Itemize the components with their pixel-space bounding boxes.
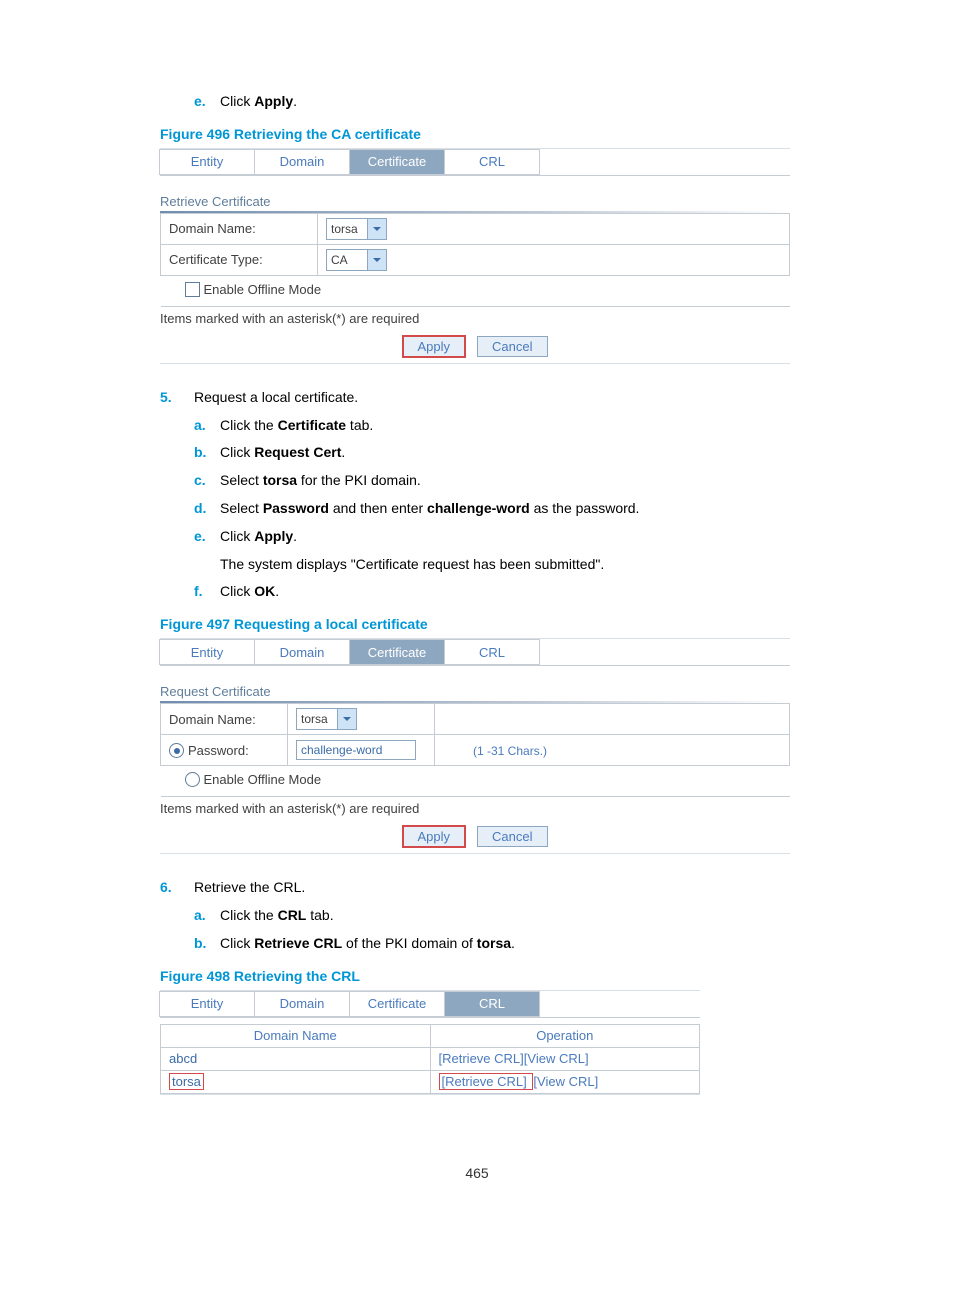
tab-crl[interactable]: CRL xyxy=(444,639,540,665)
domain-cell: abcd xyxy=(161,1047,431,1070)
list-text: Click the Certificate tab. xyxy=(220,414,794,438)
table-row: abcd [Retrieve CRL][View CRL] xyxy=(161,1047,700,1070)
list-text: Click Request Cert. xyxy=(220,441,794,465)
list-text: Select Password and then enter challenge… xyxy=(220,497,794,521)
th-domain-name: Domain Name xyxy=(161,1024,431,1047)
request-cert-panel: Entity Domain Certificate CRL Request Ce… xyxy=(160,638,790,854)
crl-panel: Entity Domain Certificate CRL Domain Nam… xyxy=(160,990,700,1095)
section-title: Retrieve Certificate xyxy=(160,176,790,211)
list-marker: 6. xyxy=(160,876,194,900)
tab-certificate[interactable]: Certificate xyxy=(349,639,445,665)
list-text: Retrieve the CRL. xyxy=(194,876,305,900)
list-marker: a. xyxy=(194,904,220,928)
cancel-button[interactable]: Cancel xyxy=(477,336,547,357)
list-text: Select torsa for the PKI domain. xyxy=(220,469,794,493)
enable-offline-label: Enable Offline Mode xyxy=(204,772,322,787)
cert-type-select[interactable]: CA xyxy=(326,249,387,271)
list-marker: e. xyxy=(194,90,220,114)
list-text: Click the CRL tab. xyxy=(220,904,794,928)
apply-button[interactable]: Apply xyxy=(403,336,466,357)
chevron-down-icon xyxy=(337,709,356,729)
cert-type-label: Certificate Type: xyxy=(161,244,318,275)
figure-498-caption: Figure 498 Retrieving the CRL xyxy=(160,968,794,984)
list-text: Click Apply. xyxy=(220,525,794,549)
list-marker: d. xyxy=(194,497,220,521)
apply-button[interactable]: Apply xyxy=(403,826,466,847)
chevron-down-icon xyxy=(367,250,386,270)
domain-name-label: Domain Name: xyxy=(161,704,288,735)
operation-cell: [Retrieve CRL][View CRL] xyxy=(430,1047,700,1070)
operation-cell: [Retrieve CRL] [View CRL] xyxy=(430,1070,700,1093)
tab-crl[interactable]: CRL xyxy=(444,149,540,175)
cancel-button[interactable]: Cancel xyxy=(477,826,547,847)
section-title: Request Certificate xyxy=(160,666,790,701)
table-row: torsa [Retrieve CRL] [View CRL] xyxy=(161,1070,700,1093)
tab-entity[interactable]: Entity xyxy=(159,991,255,1017)
domain-cell: torsa xyxy=(161,1070,431,1093)
th-operation: Operation xyxy=(430,1024,700,1047)
list-text: Click Retrieve CRL of the PKI domain of … xyxy=(220,932,794,956)
enable-offline-label: Enable Offline Mode xyxy=(204,282,322,297)
list-text: Request a local certificate. xyxy=(194,386,358,410)
required-hint: Items marked with an asterisk(*) are req… xyxy=(160,797,790,820)
domain-name-select[interactable]: torsa xyxy=(326,218,387,240)
list-marker: f. xyxy=(194,580,220,604)
tab-certificate[interactable]: Certificate xyxy=(349,149,445,175)
tab-domain[interactable]: Domain xyxy=(254,991,350,1017)
list-marker: c. xyxy=(194,469,220,493)
chevron-down-icon xyxy=(367,219,386,239)
password-radio[interactable] xyxy=(169,743,184,758)
view-crl-link[interactable]: View CRL xyxy=(527,1051,585,1066)
enable-offline-radio[interactable] xyxy=(185,772,200,787)
list-marker: a. xyxy=(194,414,220,438)
retrieve-crl-link[interactable]: Retrieve CRL xyxy=(445,1074,523,1089)
retrieve-crl-link[interactable]: Retrieve CRL xyxy=(442,1051,520,1066)
list-marker: e. xyxy=(194,525,220,549)
retrieve-cert-panel: Entity Domain Certificate CRL Retrieve C… xyxy=(160,148,790,364)
tab-entity[interactable]: Entity xyxy=(159,639,255,665)
list-text: Click Apply. xyxy=(220,90,794,114)
domain-name-select[interactable]: torsa xyxy=(296,708,357,730)
list-text: Click OK. xyxy=(220,580,794,604)
note-text: The system displays "Certificate request… xyxy=(160,553,794,577)
chars-hint: (1 -31 Chars.) xyxy=(473,744,547,758)
list-marker: b. xyxy=(194,441,220,465)
required-hint: Items marked with an asterisk(*) are req… xyxy=(160,307,790,330)
domain-name-label: Domain Name: xyxy=(161,213,318,244)
tab-certificate[interactable]: Certificate xyxy=(349,991,445,1017)
figure-496-caption: Figure 496 Retrieving the CA certificate xyxy=(160,126,794,142)
list-marker: b. xyxy=(194,932,220,956)
tab-domain[interactable]: Domain xyxy=(254,149,350,175)
password-input[interactable] xyxy=(296,740,416,760)
tab-entity[interactable]: Entity xyxy=(159,149,255,175)
password-label: Password: xyxy=(188,743,249,758)
list-marker: 5. xyxy=(160,386,194,410)
figure-497-caption: Figure 497 Requesting a local certificat… xyxy=(160,616,794,632)
tab-crl[interactable]: CRL xyxy=(444,991,540,1017)
tab-domain[interactable]: Domain xyxy=(254,639,350,665)
enable-offline-checkbox[interactable] xyxy=(185,282,200,297)
page-number: 465 xyxy=(160,1165,794,1181)
view-crl-link[interactable]: View CRL xyxy=(537,1074,595,1089)
